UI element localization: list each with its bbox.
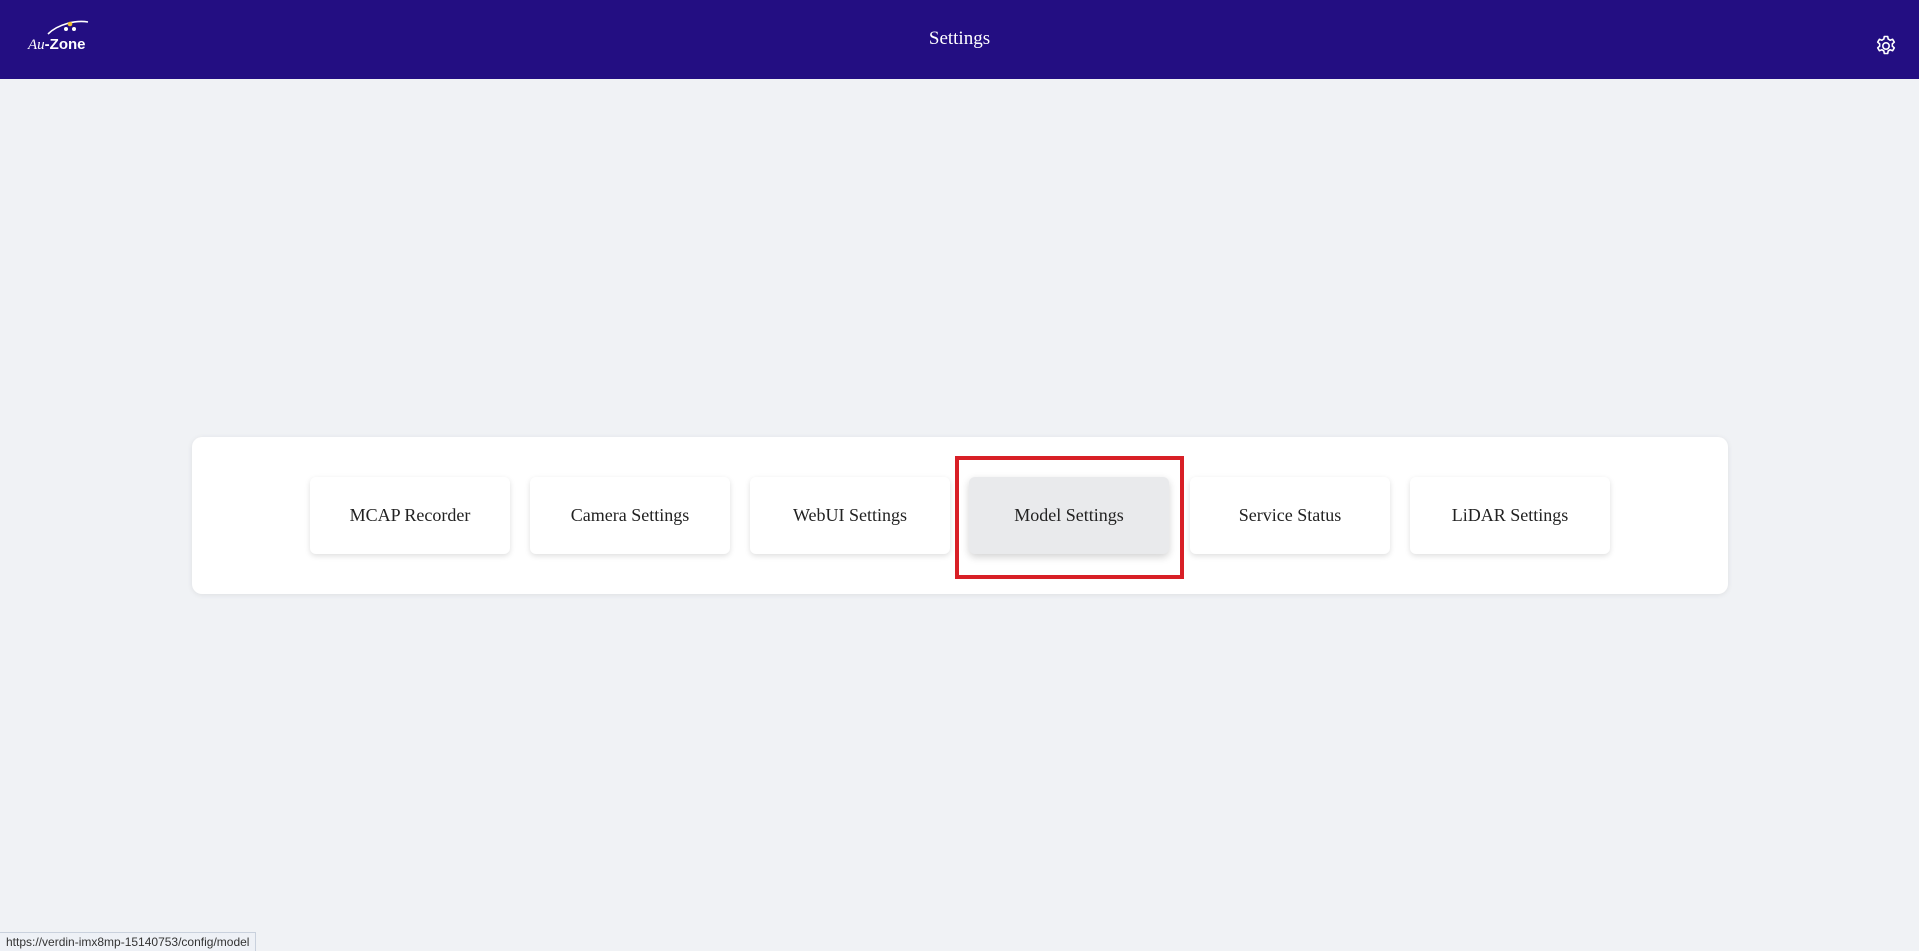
mcap-recorder-button[interactable]: MCAP Recorder xyxy=(310,477,510,554)
service-status-button[interactable]: Service Status xyxy=(1190,477,1390,554)
top-bar: Au-Zone Settings xyxy=(0,0,1919,79)
lidar-settings-button[interactable]: LiDAR Settings xyxy=(1410,477,1610,554)
camera-settings-button[interactable]: Camera Settings xyxy=(530,477,730,554)
page-title: Settings xyxy=(928,28,991,49)
selection-highlight-box xyxy=(955,456,1184,579)
link-status-bar: https://verdin-imx8mp-15140753/config/mo… xyxy=(0,932,257,951)
gear-icon[interactable] xyxy=(1874,34,1898,58)
webui-settings-button[interactable]: WebUI Settings xyxy=(750,477,950,554)
